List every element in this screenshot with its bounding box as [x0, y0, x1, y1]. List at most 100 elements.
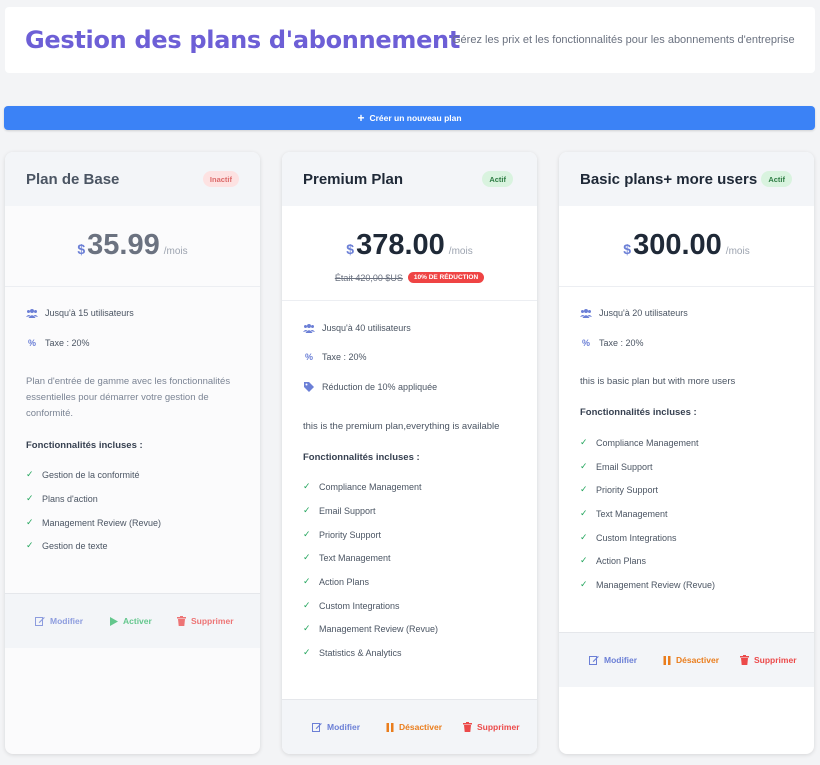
- edit-button[interactable]: Modifier: [312, 722, 360, 732]
- feature-item: ✓ Custom Integrations: [580, 532, 677, 543]
- currency-symbol: $: [623, 241, 632, 257]
- trash-icon: [177, 616, 186, 626]
- plan-name: Basic plans+ more users: [580, 171, 758, 188]
- users-icon: [580, 308, 592, 318]
- features-title: Fonctionnalités incluses :: [26, 440, 143, 451]
- feature-text: Action Plans: [596, 555, 647, 566]
- users-limit: Jusqu'à 15 utilisateurs: [26, 308, 134, 318]
- status-badge: Actif: [761, 171, 792, 187]
- plan-card-header: Plan de Base Inactif: [5, 152, 260, 206]
- feature-item: ✓ Compliance Management: [303, 481, 422, 492]
- users-limit-text: Jusqu'à 15 utilisateurs: [45, 308, 134, 318]
- trash-icon: [463, 722, 472, 732]
- plan-name: Premium Plan: [303, 171, 404, 188]
- price-period: /mois: [725, 246, 750, 257]
- create-plan-label: Créer un nouveau plan: [369, 113, 462, 123]
- page-header: Gestion des plans d'abonnement Gérez les…: [5, 7, 815, 73]
- create-plan-button[interactable]: + Créer un nouveau plan: [4, 106, 815, 130]
- edit-icon: [589, 656, 599, 665]
- feature-item: ✓ Priority Support: [303, 529, 381, 540]
- edit-button[interactable]: Modifier: [35, 616, 83, 626]
- feature-item: ✓ Gestion de la conformité: [26, 469, 140, 480]
- feature-item: ✓ Management Review (Revue): [580, 579, 715, 590]
- check-icon: ✓: [580, 555, 588, 565]
- delete-label: Supprimer: [191, 616, 234, 626]
- plan-card-base: Plan de Base Inactif $ 35.99 /mois Jusqu…: [5, 152, 260, 754]
- tax-rate-text: Taxe : 20%: [599, 338, 644, 348]
- feature-item: ✓ Compliance Management: [580, 437, 699, 448]
- page-subtitle: Gérez les prix et les fonctionnalités po…: [452, 34, 795, 46]
- deactivate-button[interactable]: Désactiver: [386, 722, 442, 732]
- deactivate-label: Désactiver: [399, 722, 443, 732]
- feature-item: ✓ Text Management: [580, 508, 668, 519]
- feature-text: Text Management: [596, 508, 668, 519]
- trash-icon: [740, 655, 749, 665]
- delete-label: Supprimer: [477, 722, 520, 732]
- users-limit-text: Jusqu'à 40 utilisateurs: [322, 323, 411, 333]
- deactivate-button[interactable]: Désactiver: [663, 655, 719, 665]
- feature-item: ✓ Text Management: [303, 552, 391, 563]
- features-title: Fonctionnalités incluses :: [303, 452, 420, 463]
- feature-text: Text Management: [319, 552, 391, 563]
- plan-name: Plan de Base: [26, 171, 120, 188]
- feature-item: ✓ Email Support: [580, 461, 653, 472]
- plus-icon: +: [357, 111, 365, 125]
- plan-description: Plan d'entrée de gamme avec les fonction…: [26, 376, 231, 419]
- feature-text: Gestion de la conformité: [42, 469, 140, 480]
- plan-card-basic-plus: Basic plans+ more users Actif $ 300.00 /…: [559, 152, 814, 754]
- feature-text: Custom Integrations: [596, 532, 677, 543]
- feature-text: Action Plans: [319, 576, 370, 587]
- users-limit-text: Jusqu'à 20 utilisateurs: [599, 308, 688, 318]
- feature-text: Email Support: [319, 505, 376, 516]
- features-title: Fonctionnalités incluses :: [580, 407, 697, 418]
- users-icon: [303, 323, 315, 333]
- delete-button[interactable]: Supprimer: [463, 722, 520, 732]
- feature-text: Statistics & Analytics: [319, 647, 402, 658]
- plan-card-header: Basic plans+ more users Actif: [559, 152, 814, 206]
- feature-item: ✓ Custom Integrations: [303, 600, 400, 611]
- delete-button[interactable]: Supprimer: [740, 655, 797, 665]
- divider: [559, 286, 814, 287]
- old-price: Était 420,00 $US: [334, 272, 403, 283]
- price-value: 378.00: [356, 229, 445, 261]
- check-icon: ✓: [580, 461, 588, 471]
- plan-card-actions: Modifier Activer Supprimer: [5, 593, 260, 648]
- status-badge: Inactif: [202, 171, 239, 187]
- price-block: $ 35.99 /mois: [5, 229, 260, 262]
- deactivate-label: Désactiver: [676, 655, 720, 665]
- check-icon: ✓: [303, 600, 311, 610]
- page-title: Gestion des plans d'abonnement: [25, 26, 461, 54]
- plan-card-actions: Modifier Désactiver Supprimer: [559, 632, 814, 687]
- feature-text: Management Review (Revue): [42, 517, 162, 528]
- feature-text: Gestion de texte: [42, 540, 108, 551]
- users-icon: [26, 308, 38, 318]
- pause-icon: [386, 722, 394, 732]
- divider: [5, 286, 260, 287]
- percent-icon: %: [581, 338, 590, 348]
- activate-button[interactable]: Activer: [110, 616, 152, 626]
- feature-item: ✓ Email Support: [303, 505, 376, 516]
- check-icon: ✓: [303, 576, 311, 586]
- feature-text: Compliance Management: [319, 481, 422, 492]
- feature-item: ✓ Management Review (Revue): [303, 623, 438, 634]
- plan-description: this is basic plan but with more users: [580, 376, 736, 387]
- edit-button[interactable]: Modifier: [589, 655, 637, 665]
- price-block: $ 300.00 /mois: [559, 229, 814, 262]
- plan-card-premium: Premium Plan Actif $ 378.00 /mois Était …: [282, 152, 537, 754]
- currency-symbol: $: [346, 241, 355, 257]
- play-icon: [110, 616, 118, 626]
- tag-icon: [303, 382, 315, 392]
- discount-note: Réduction de 10% appliquée: [303, 382, 437, 392]
- check-icon: ✓: [580, 579, 588, 589]
- delete-label: Supprimer: [754, 655, 797, 665]
- percent-icon: %: [304, 352, 313, 362]
- check-icon: ✓: [26, 517, 34, 527]
- feature-text: Management Review (Revue): [319, 623, 439, 634]
- price-value: 35.99: [87, 229, 160, 261]
- delete-button[interactable]: Supprimer: [177, 616, 234, 626]
- feature-text: Priority Support: [596, 484, 659, 495]
- feature-text: Compliance Management: [596, 437, 699, 448]
- edit-icon: [35, 617, 45, 626]
- users-limit: Jusqu'à 20 utilisateurs: [580, 308, 688, 318]
- divider: [282, 300, 537, 301]
